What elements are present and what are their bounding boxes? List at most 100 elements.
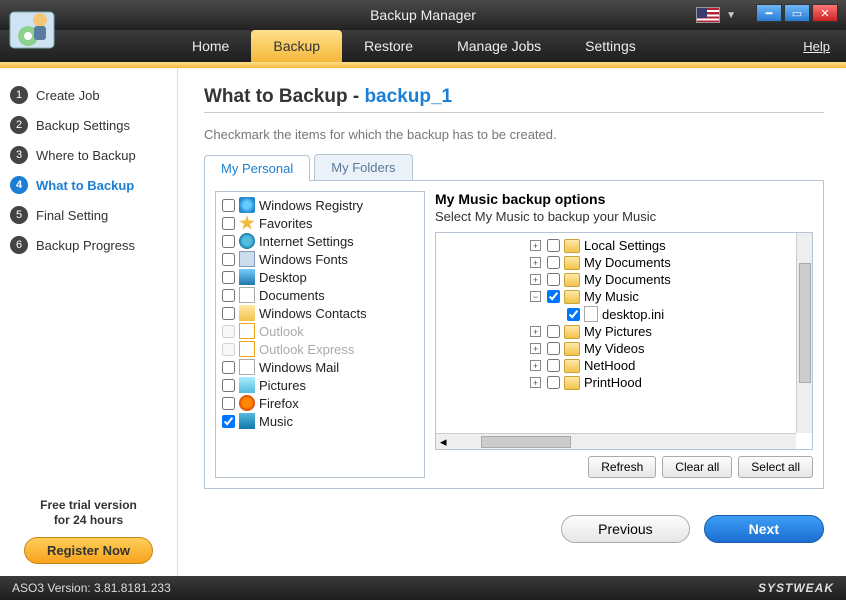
personal-item[interactable]: Favorites [220, 214, 420, 232]
personal-item[interactable]: Music [220, 412, 420, 430]
previous-button[interactable]: Previous [561, 515, 689, 543]
item-label: Windows Contacts [259, 306, 367, 321]
tree-row[interactable]: +My Documents [530, 271, 808, 288]
tree-row[interactable]: +My Documents [530, 254, 808, 271]
expand-icon[interactable]: + [530, 343, 541, 354]
tree-checkbox[interactable] [547, 256, 560, 269]
collapse-icon[interactable]: − [530, 291, 541, 302]
close-button[interactable]: ✕ [812, 4, 838, 22]
step-what-to-backup[interactable]: 4What to Backup [8, 170, 169, 200]
tree-checkbox[interactable] [547, 325, 560, 338]
tree-label: desktop.ini [602, 307, 664, 322]
expand-icon[interactable]: + [530, 274, 541, 285]
menu-manage-jobs[interactable]: Manage Jobs [435, 30, 563, 62]
step-final-setting[interactable]: 5Final Setting [8, 200, 169, 230]
tree-label: My Videos [584, 341, 644, 356]
folder-tree: +Local Settings+My Documents+My Document… [435, 232, 813, 450]
personal-item[interactable]: Outlook Express [220, 340, 420, 358]
tree-row[interactable]: −My Music [530, 288, 808, 305]
tree-checkbox[interactable] [547, 239, 560, 252]
expand-icon[interactable]: + [530, 360, 541, 371]
tree-checkbox[interactable] [547, 376, 560, 389]
tree-checkbox[interactable] [567, 308, 580, 321]
clear-all-button[interactable]: Clear all [662, 456, 732, 478]
item-checkbox[interactable] [222, 307, 235, 320]
expand-icon[interactable]: + [530, 326, 541, 337]
window-title: Backup Manager [370, 7, 476, 23]
menu-settings[interactable]: Settings [563, 30, 658, 62]
personal-item[interactable]: Outlook [220, 322, 420, 340]
folder-icon [564, 290, 580, 304]
app-icon [8, 6, 56, 54]
tree-row[interactable]: + My Videos [530, 340, 808, 357]
step-where-to-backup[interactable]: 3Where to Backup [8, 140, 169, 170]
item-checkbox[interactable] [222, 379, 235, 392]
expand-icon[interactable]: + [530, 377, 541, 388]
help-link[interactable]: Help [803, 39, 830, 54]
menu-restore[interactable]: Restore [342, 30, 435, 62]
next-button[interactable]: Next [704, 515, 824, 543]
step-backup-settings[interactable]: 2Backup Settings [8, 110, 169, 140]
personal-item[interactable]: Desktop [220, 268, 420, 286]
version-text: ASO3 Version: 3.81.8181.233 [12, 581, 171, 595]
item-icon [239, 233, 255, 249]
item-checkbox[interactable] [222, 199, 235, 212]
item-icon [239, 341, 255, 357]
personal-item[interactable]: Windows Registry [220, 196, 420, 214]
minimize-button[interactable]: ━ [756, 4, 782, 22]
menu-backup[interactable]: Backup [251, 30, 342, 62]
step-backup-progress[interactable]: 6Backup Progress [8, 230, 169, 260]
personal-item[interactable]: Internet Settings [220, 232, 420, 250]
content-area: What to Backup - backup_1 Checkmark the … [178, 68, 846, 576]
step-create-job[interactable]: 1Create Job [8, 80, 169, 110]
item-checkbox[interactable] [222, 361, 235, 374]
tree-row[interactable]: +My Pictures [530, 323, 808, 340]
refresh-button[interactable]: Refresh [588, 456, 656, 478]
personal-item[interactable]: Windows Fonts [220, 250, 420, 268]
item-icon [239, 251, 255, 267]
tree-row[interactable]: +PrintHood [530, 374, 808, 391]
item-checkbox[interactable] [222, 343, 235, 356]
personal-item[interactable]: Firefox [220, 394, 420, 412]
title-bar: Backup Manager ▼ ━ ▭ ✕ [0, 0, 846, 30]
personal-item[interactable]: Pictures [220, 376, 420, 394]
item-label: Desktop [259, 270, 307, 285]
options-subtitle: Select My Music to backup your Music [435, 209, 813, 224]
maximize-button[interactable]: ▭ [784, 4, 810, 22]
item-checkbox[interactable] [222, 235, 235, 248]
item-icon [239, 305, 255, 321]
personal-item[interactable]: Windows Contacts [220, 304, 420, 322]
expand-icon[interactable]: + [530, 240, 541, 251]
personal-item[interactable]: Documents [220, 286, 420, 304]
tree-label: Local Settings [584, 238, 666, 253]
personal-item[interactable]: Windows Mail [220, 358, 420, 376]
menu-home[interactable]: Home [170, 30, 251, 62]
item-checkbox[interactable] [222, 415, 235, 428]
select-all-button[interactable]: Select all [738, 456, 813, 478]
item-checkbox[interactable] [222, 325, 235, 338]
tree-checkbox[interactable] [547, 290, 560, 303]
horizontal-scrollbar[interactable]: ◂ [436, 433, 796, 449]
language-flag-icon[interactable] [696, 7, 720, 23]
page-heading: What to Backup - backup_1 [204, 86, 824, 108]
item-checkbox[interactable] [222, 289, 235, 302]
tree-row[interactable]: desktop.ini [550, 305, 808, 323]
language-dropdown-arrow[interactable]: ▼ [726, 10, 736, 21]
vertical-scrollbar[interactable] [796, 233, 812, 433]
divider [204, 112, 824, 113]
tree-row[interactable]: +NetHood [530, 357, 808, 374]
tree-row[interactable]: + Local Settings [530, 237, 808, 254]
item-checkbox[interactable] [222, 397, 235, 410]
item-checkbox[interactable] [222, 253, 235, 266]
tree-checkbox[interactable] [547, 359, 560, 372]
register-now-button[interactable]: Register Now [24, 537, 153, 564]
tab-my-folders[interactable]: My Folders [314, 154, 412, 180]
item-label: Windows Registry [259, 198, 363, 213]
status-bar: ASO3 Version: 3.81.8181.233 SYSTWEAK [0, 576, 846, 600]
item-checkbox[interactable] [222, 217, 235, 230]
tree-checkbox[interactable] [547, 342, 560, 355]
tab-my-personal[interactable]: My Personal [204, 155, 310, 181]
expand-icon[interactable]: + [530, 257, 541, 268]
item-checkbox[interactable] [222, 271, 235, 284]
tree-checkbox[interactable] [547, 273, 560, 286]
